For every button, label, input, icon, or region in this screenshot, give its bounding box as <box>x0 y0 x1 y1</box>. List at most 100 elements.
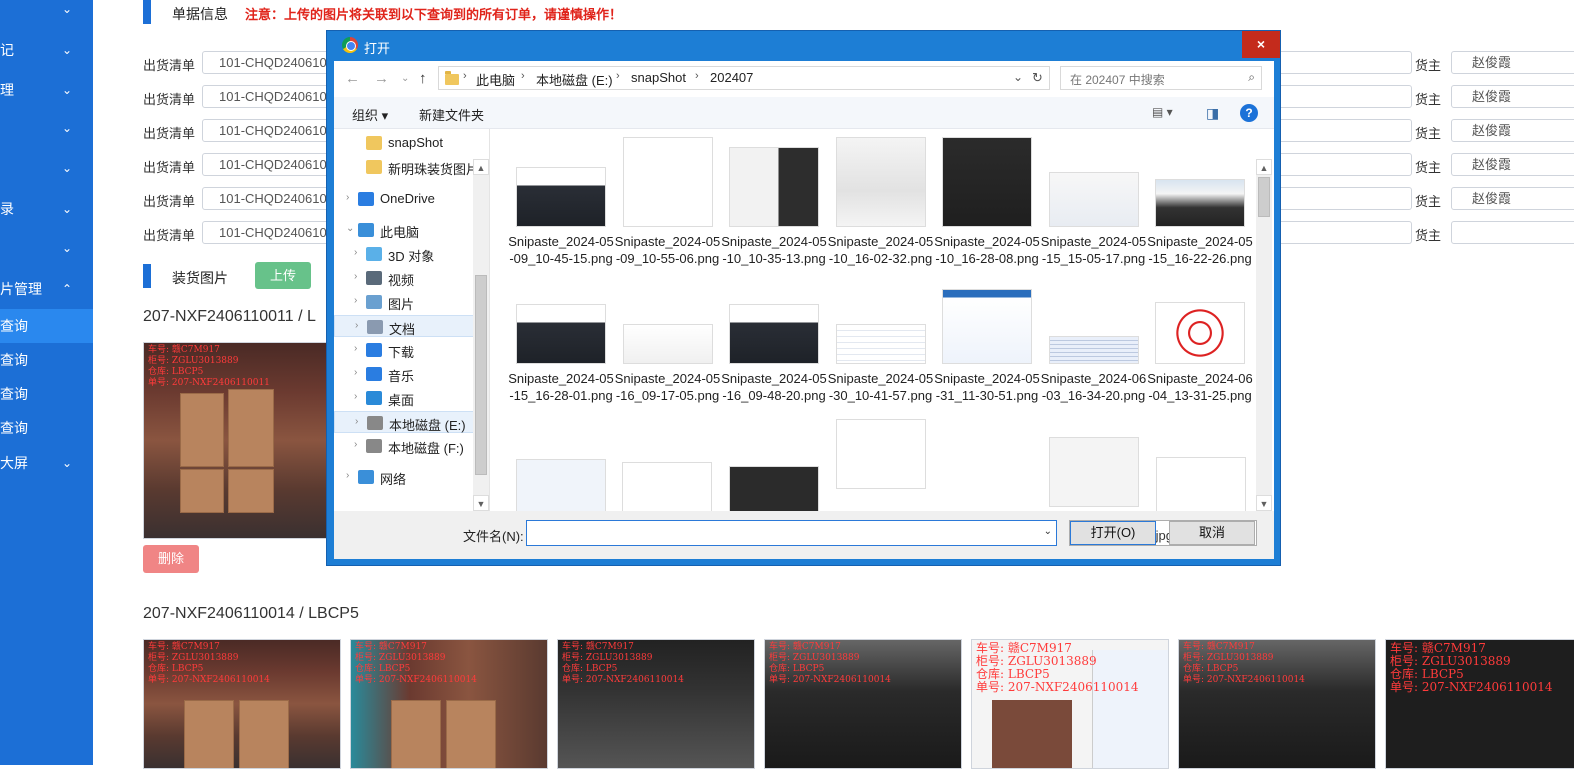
nav-item[interactable]: › 3D 对象 <box>334 243 474 265</box>
help-icon[interactable]: ? <box>1240 104 1258 122</box>
form-input[interactable] <box>1273 153 1412 176</box>
owner-input[interactable] <box>1451 221 1574 244</box>
forward-arrow-icon[interactable]: → <box>374 70 389 87</box>
file-item[interactable]: Snipaste_2024-05-30_10-41-57.png <box>828 274 934 424</box>
nav-item[interactable]: › 本地磁盘 (E:) <box>334 411 474 433</box>
file-thumbnail[interactable] <box>516 459 606 511</box>
nav-item[interactable]: › 下载 <box>334 339 474 361</box>
view-options-icon[interactable]: ▤ ▾ <box>1152 105 1173 119</box>
form-input[interactable] <box>1273 51 1412 74</box>
loading-photo[interactable]: 车号: 赣C7M917 柜号: ZGLU3013889 仓库: LBCP5 单号… <box>764 639 962 769</box>
file-item[interactable]: Snipaste_2024-05-16_09-48-20.png <box>721 274 827 424</box>
delete-button[interactable]: 删除 <box>143 545 199 573</box>
sidebar-item[interactable]: ⌄ <box>0 151 93 185</box>
breadcrumb-item[interactable]: snapShot <box>631 70 686 85</box>
sidebar-item[interactable]: 查询 <box>0 309 93 343</box>
nav-item[interactable]: › 音乐 <box>334 363 474 385</box>
sidebar-item[interactable]: ⌄ <box>0 231 93 265</box>
file-item[interactable]: Snipaste_2024-05-10_16-02-32.png <box>828 137 934 287</box>
nav-item[interactable]: › 桌面 <box>334 387 474 409</box>
file-item[interactable]: Snipaste_2024-05-09_10-55-06.png <box>615 137 721 287</box>
file-thumbnail[interactable] <box>1049 437 1139 507</box>
chevron-right-icon[interactable]: › <box>346 470 349 481</box>
file-item[interactable]: Snipaste_2024-06-03_16-34-20.png <box>1041 274 1147 424</box>
file-thumbnail[interactable] <box>729 466 819 511</box>
search-input[interactable]: 在 202407 中搜索 ⌕ <box>1060 66 1262 90</box>
chevron-right-icon[interactable]: › <box>354 439 357 450</box>
files-scrollbar[interactable]: ▲ ▼ <box>1256 159 1272 511</box>
file-item[interactable]: Snipaste_2024-06-04_13-31-25.png <box>1147 274 1253 424</box>
chevron-right-icon[interactable]: › <box>354 247 357 258</box>
loading-photo[interactable]: 车号: 赣C7M917 柜号: ZGLU3013889 仓库: LBCP5 单号… <box>350 639 548 769</box>
nav-item[interactable]: › 文档 <box>334 315 474 337</box>
back-arrow-icon[interactable]: ← <box>345 70 360 87</box>
breadcrumb-item[interactable]: 202407 <box>710 70 753 85</box>
new-folder-button[interactable]: 新建文件夹 <box>419 105 484 124</box>
close-button[interactable]: × <box>1242 31 1280 58</box>
file-item[interactable]: Snipaste_2024-05-10_10-35-13.png <box>721 137 827 287</box>
nav-item[interactable]: › 视频 <box>334 267 474 289</box>
chevron-down-icon[interactable]: ⌄ <box>346 223 354 234</box>
loading-photo[interactable]: 车号: 赣C7M917 柜号: ZGLU3013889 仓库: LBCP5 单号… <box>1178 639 1376 769</box>
chevron-right-icon[interactable]: › <box>354 295 357 306</box>
chevron-right-icon[interactable]: › <box>354 367 357 378</box>
file-item[interactable]: Snipaste_2024-05-15_16-28-01.png <box>508 274 614 424</box>
file-item[interactable]: Snipaste_2024-05-16_09-17-05.png <box>615 274 721 424</box>
form-input[interactable] <box>1273 221 1412 244</box>
form-input[interactable] <box>1273 119 1412 142</box>
scroll-thumb[interactable] <box>475 275 487 475</box>
sidebar-item[interactable]: 查询 <box>0 377 93 411</box>
nav-item[interactable]: › 图片 <box>334 291 474 313</box>
file-item[interactable]: Snipaste_2024-05-15_15-05-17.png <box>1041 137 1147 287</box>
preview-pane-icon[interactable]: ◨ <box>1206 105 1219 122</box>
sidebar-item[interactable]: 查询 <box>0 343 93 377</box>
loading-photo[interactable]: 车号: 赣C7M917 柜号: ZGLU3013889 仓库: LBCP5 单号… <box>1385 639 1574 769</box>
file-thumbnail[interactable] <box>622 462 712 511</box>
file-thumbnail[interactable] <box>1156 457 1246 511</box>
form-input[interactable] <box>1273 187 1412 210</box>
file-item[interactable]: Snipaste_2024-05-31_11-30-51.png <box>934 274 1040 424</box>
nav-item[interactable]: › OneDrive <box>334 188 474 210</box>
upload-button[interactable]: 上传 <box>255 262 311 289</box>
breadcrumb-item[interactable]: 此电脑 <box>476 70 515 89</box>
chevron-right-icon[interactable]: › <box>355 416 358 427</box>
file-item[interactable]: Snipaste_2024-05-10_16-28-08.png <box>934 137 1040 287</box>
chevron-right-icon[interactable]: › <box>354 343 357 354</box>
recent-dropdown-icon[interactable]: ⌄ <box>401 73 409 84</box>
nav-item[interactable]: 新明珠装货图片 <box>334 156 479 178</box>
file-item[interactable]: Snipaste_2024-05-15_16-22-26.png <box>1147 137 1253 287</box>
nav-item[interactable]: › 本地磁盘 (F:) <box>334 435 474 457</box>
scroll-thumb[interactable] <box>1258 177 1270 217</box>
chevron-down-icon[interactable]: ⌄ <box>1013 70 1023 84</box>
owner-input[interactable]: 赵俊霞 <box>1451 187 1574 210</box>
owner-input[interactable]: 赵俊霞 <box>1451 51 1574 74</box>
file-item[interactable]: Snipaste_2024-05-09_10-45-15.png <box>508 137 614 287</box>
chevron-right-icon[interactable]: › <box>354 391 357 402</box>
loading-photo[interactable]: 车号: 赣C7M917 柜号: ZGLU3013889 仓库: LBCP5 单号… <box>971 639 1169 769</box>
breadcrumb-item[interactable]: 本地磁盘 (E:) <box>536 70 613 89</box>
chevron-down-icon[interactable]: ⌄ <box>1044 526 1052 537</box>
dialog-titlebar[interactable]: 打开 × <box>327 31 1280 61</box>
filename-input[interactable]: ⌄ <box>526 520 1057 546</box>
nav-item[interactable]: snapShot <box>334 132 474 154</box>
nav-item[interactable]: ⌄ 此电脑 <box>334 219 474 241</box>
sidebar-item[interactable]: 录 ⌄ <box>0 192 93 226</box>
loading-photo[interactable]: 车号: 赣C7M917 柜号: ZGLU3013889 仓库: LBCP5 单号… <box>143 342 327 539</box>
scroll-up-arrow-icon[interactable]: ▲ <box>473 159 489 175</box>
refresh-icon[interactable]: ↻ <box>1032 70 1043 86</box>
owner-input[interactable]: 赵俊霞 <box>1451 153 1574 176</box>
form-input[interactable] <box>1273 85 1412 108</box>
sidebar-item[interactable]: 理 ⌄ <box>0 73 93 107</box>
scroll-up-arrow-icon[interactable]: ▲ <box>1256 159 1272 175</box>
nav-scrollbar[interactable]: ▲ ▼ <box>473 159 489 511</box>
scroll-down-arrow-icon[interactable]: ▼ <box>1256 495 1272 511</box>
file-thumbnail[interactable] <box>836 419 926 489</box>
open-button[interactable]: 打开(O) <box>1070 521 1156 545</box>
owner-input[interactable]: 赵俊霞 <box>1451 85 1574 108</box>
sidebar-item[interactable]: ⌄ <box>0 0 93 26</box>
nav-item[interactable]: › 网络 <box>334 466 474 488</box>
chevron-right-icon[interactable]: › <box>346 192 349 203</box>
loading-photo[interactable]: 车号: 赣C7M917 柜号: ZGLU3013889 仓库: LBCP5 单号… <box>143 639 341 769</box>
address-bar[interactable]: › 此电脑 › 本地磁盘 (E:) › snapShot › 202407 ⌄ … <box>438 66 1050 90</box>
sidebar-item[interactable]: 查询 <box>0 411 93 445</box>
